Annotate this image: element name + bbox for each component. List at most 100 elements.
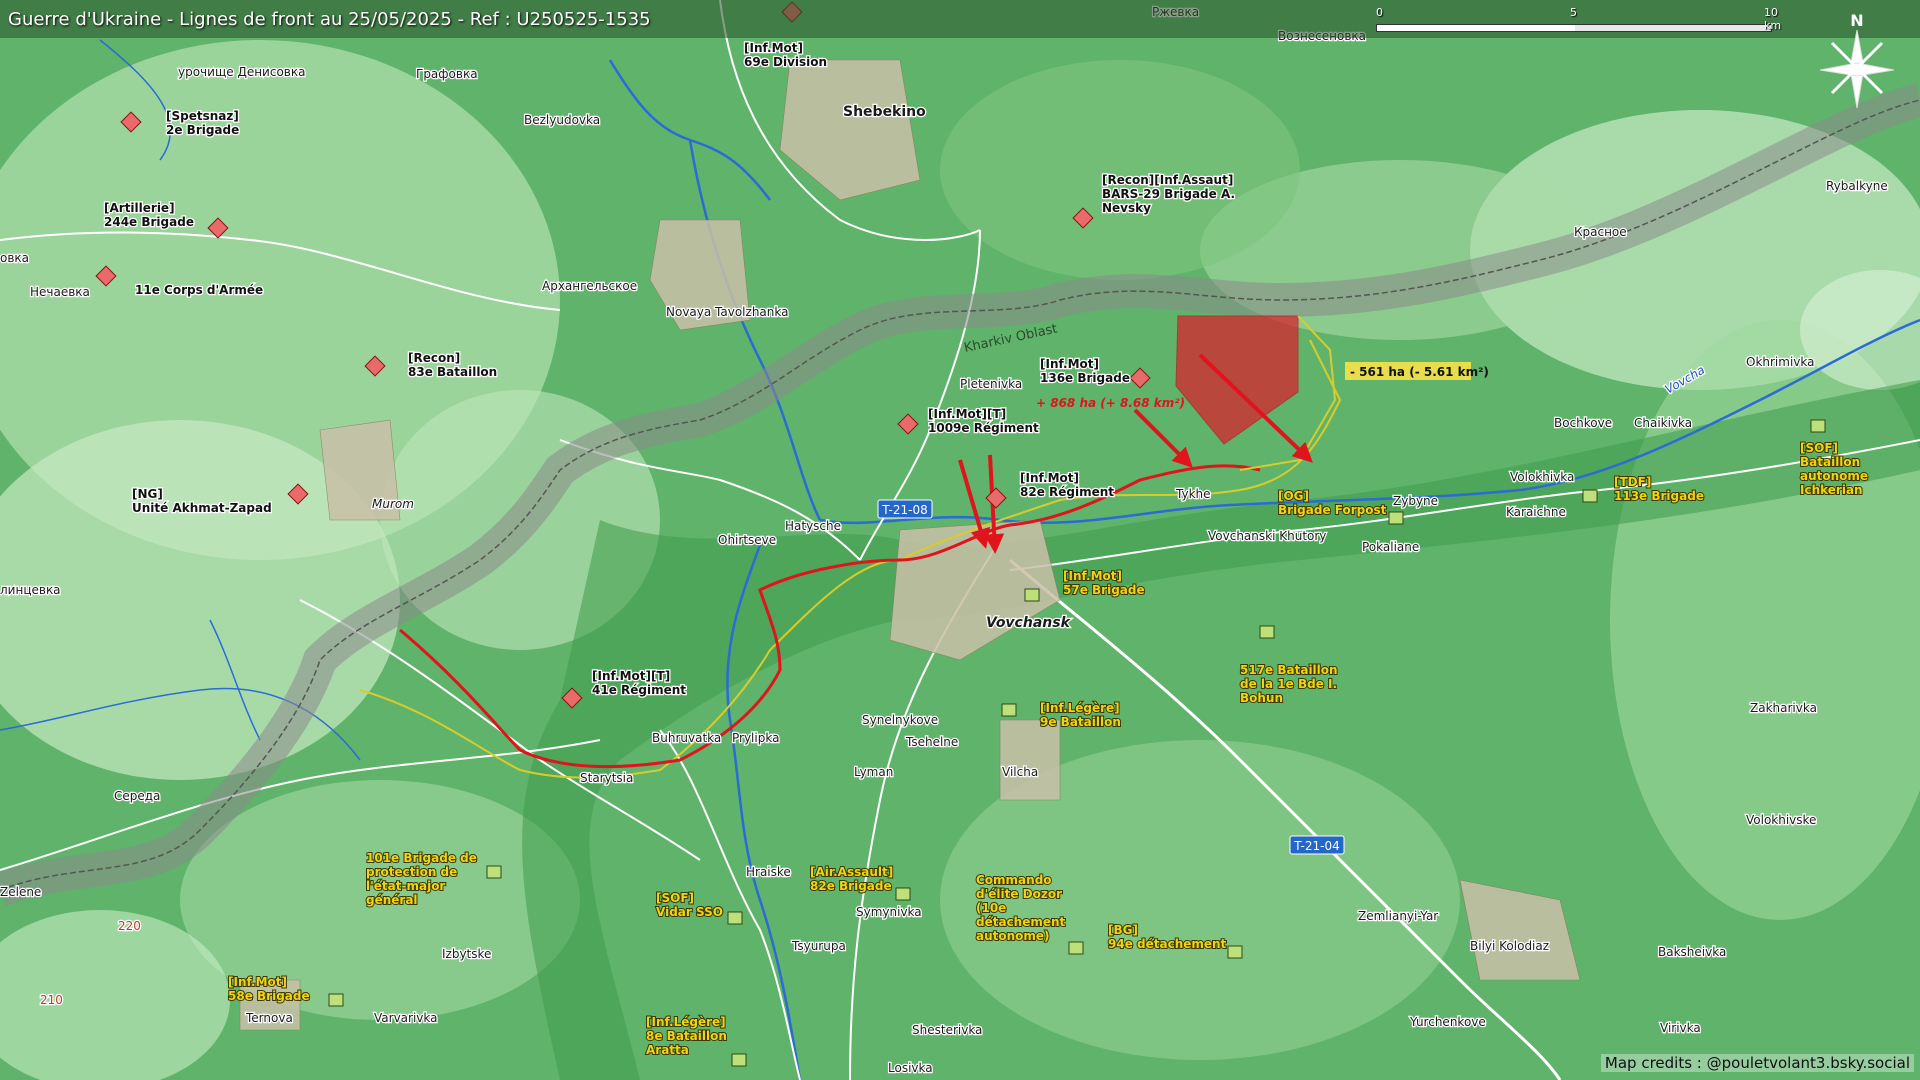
place-volokhivske: Volokhivske <box>1746 813 1816 827</box>
place-novaya-tavolzhanka: Novaya Tavolzhanka <box>666 305 788 319</box>
compass-icon: N <box>1819 11 1895 109</box>
ukrainian-unit-icon <box>731 1053 747 1067</box>
place-starytsia: Starytsia <box>580 771 633 785</box>
place-zelene: Zelene <box>0 885 41 899</box>
russian-unit-label: 1009e Régiment <box>928 421 1039 435</box>
ukrainian-unit-label: [Inf.Mot] <box>228 975 287 989</box>
ukrainian-unit-label: [TDF] <box>1614 475 1651 489</box>
place-baksheivka: Baksheivka <box>1658 945 1726 959</box>
place-tsyurupa: Tsyurupa <box>791 939 846 953</box>
place-shestерivka: Shesterivka <box>912 1023 982 1037</box>
ukrainian-unit-icon <box>486 865 502 879</box>
place-pokaliane: Pokaliane <box>1362 540 1419 554</box>
ukrainian-unit-icon <box>1388 511 1404 525</box>
ukrainian-unit-label: 94e détachement <box>1108 937 1227 951</box>
ukrainian-unit-label: 113e Brigade <box>1614 489 1704 503</box>
russian-unit-label: [Spetsnaz] <box>166 109 239 123</box>
russian-unit-label: [Artillerie] <box>104 201 175 215</box>
compass-north-label: N <box>1850 11 1863 30</box>
place-vovchansk: Vovchansk <box>986 615 1072 631</box>
ukrainian-unit-label: [Inf.Mot] <box>1063 569 1122 583</box>
scale-bar: 0 5 10 km <box>1376 6 1781 36</box>
ukrainian-unit-label: 101e Brigade de <box>366 851 477 865</box>
ukrainian-unit-icon <box>1068 941 1084 955</box>
russian-unit-label: [Recon] <box>408 351 460 365</box>
ukrainian-unit-label: 8e Bataillon <box>646 1029 727 1043</box>
ukrainian-unit-label: 517e Bataillon <box>1240 663 1338 677</box>
place-murom: Murom <box>372 497 414 511</box>
ukrainian-unit-icon <box>1227 945 1243 959</box>
place-ovka: овка <box>0 251 29 265</box>
ukrainian-unit-label: général <box>366 893 418 907</box>
russian-unit-label: 2e Brigade <box>166 123 239 137</box>
place-lnitsevka: линцевка <box>0 583 61 597</box>
place-chaikivka: Chaikivka <box>1634 416 1692 430</box>
place-lyman: Lyman <box>854 765 893 779</box>
russian-unit-label: 82e Régiment <box>1020 485 1114 499</box>
ukrainian-unit-icon <box>328 993 344 1007</box>
ukrainian-unit-icon <box>1001 703 1017 717</box>
place-sereda: Середа <box>114 789 160 803</box>
ukrainian-unit-label: d'élite Dozor <box>976 887 1062 901</box>
place-hatysche: Hatysche <box>785 519 841 533</box>
ukrainian-unit-label: [BG] <box>1108 923 1138 937</box>
place-hraiske: Hraiske <box>746 865 791 879</box>
ukrainian-unit-label: protection de <box>366 865 457 879</box>
ukrainian-unit-icon <box>1582 489 1598 503</box>
ukrainian-unit-label: Brigade Forpost <box>1278 503 1387 517</box>
ukrainian-unit-label: Aratta <box>646 1043 689 1057</box>
ukrainian-unit-icon <box>727 911 743 925</box>
place-losivka: Losivka <box>888 1061 933 1075</box>
place-yurchenkove: Yurchenkove <box>1409 1015 1486 1029</box>
russian-unit-label: 11e Corps d'Armée <box>135 283 263 297</box>
ukrainian-unit-icon <box>1259 625 1275 639</box>
ukrainian-unit-label: Vidar SSO <box>656 905 723 919</box>
place-vilcha: Vilcha <box>1002 765 1038 779</box>
ukrainian-unit-label: Bataillon <box>1800 455 1860 469</box>
russian-unit-label: 136e Brigade <box>1040 371 1130 385</box>
place-pletenivka: Pletenivka <box>960 377 1022 391</box>
ukrainian-unit-label: Bohun <box>1240 691 1283 705</box>
map-credits: Map credits : @pouletvolant3.bsky.social <box>1600 1054 1914 1072</box>
map-canvas[interactable]: T-21-08 T-21-04 Kharkiv Oblast + 868 ha … <box>0 0 1920 1080</box>
place-vovchanski-khutory: Vovchanski Khutory <box>1208 529 1326 543</box>
ukrainian-unit-label: autonome) <box>976 929 1050 943</box>
place-r210: 210 <box>40 993 63 1007</box>
ukrainian-unit-label: autonome <box>1800 469 1868 483</box>
russian-unit-label: [NG] <box>132 487 163 501</box>
ukrainian-unit-label: 82e Brigade <box>810 879 892 893</box>
place-prylipka: Prylipka <box>732 731 779 745</box>
ukrainian-unit-label: Ichkerian <box>1800 483 1863 497</box>
road-t2108: T-21-08 <box>881 503 927 517</box>
ukrainian-unit-label: détachement <box>976 915 1066 929</box>
place-volokhivka: Volokhivka <box>1510 470 1574 484</box>
place-urochishche: урочище Денисовка <box>178 65 305 79</box>
ukrainian-unit-label: 57e Brigade <box>1063 583 1145 597</box>
place-shebekino: Shebekino <box>843 104 926 120</box>
ukrainian-unit-label: Commando <box>976 873 1052 887</box>
scale-label-0: 0 <box>1376 6 1383 19</box>
russian-unit-label: 244e Brigade <box>104 215 194 229</box>
ukrainian-unit-icon <box>1810 419 1826 433</box>
place-tsehelne: Tsehelne <box>905 735 958 749</box>
ukrainian-unit-icon <box>1024 588 1040 602</box>
russian-unit-label: BARS-29 Brigade A. <box>1102 187 1235 201</box>
place-buhruvatka: Buhruvatka <box>652 731 721 745</box>
place-karaichne: Karaichne <box>1506 505 1566 519</box>
ukrainian-unit-label: [Air.Assault] <box>810 865 893 879</box>
place-izbytske: Izbytske <box>442 947 491 961</box>
ukrainian-unit-label: 58e Brigade <box>228 989 310 1003</box>
place-synelnykove: Synelnykove <box>862 713 938 727</box>
place-ohirtseve: Ohirtseve <box>718 533 776 547</box>
ukrainian-unit-icon <box>895 887 911 901</box>
place-virivka: Virivka <box>1660 1021 1701 1035</box>
ukrainian-unit-label: (10e <box>976 901 1006 915</box>
russian-unit-label: Unité Akhmat-Zapad <box>132 501 272 515</box>
place-zybyne: Zybyne <box>1393 494 1438 508</box>
russian-unit-label: Nevsky <box>1102 201 1151 215</box>
place-okhrimivka: Okhrimivka <box>1746 355 1814 369</box>
place-grafovka: Графовка <box>416 67 478 81</box>
place-nechaevka: Нечаевка <box>30 285 90 299</box>
ukrainian-unit-label: [SOF] <box>1800 441 1838 455</box>
road-t2104: T-21-04 <box>1293 839 1339 853</box>
